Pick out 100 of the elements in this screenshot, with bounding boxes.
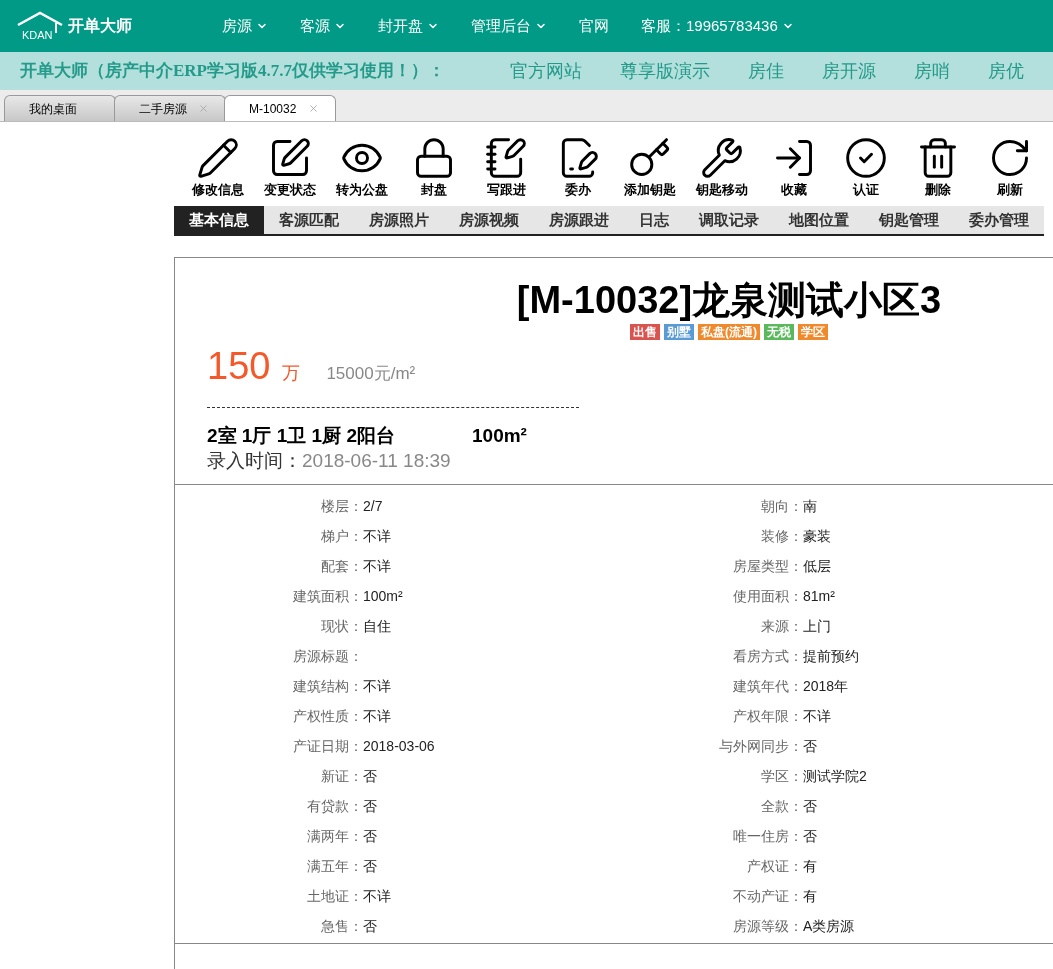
field-label: 来源： (760, 616, 803, 636)
field-label: 产权证： (746, 856, 803, 876)
field-value: 否 (363, 856, 377, 876)
section-tab[interactable]: 房源跟进 (534, 206, 624, 234)
field-label: 使用面积： (732, 586, 803, 606)
field-value: 低层 (803, 556, 831, 576)
nav-menu-item[interactable]: 客服：19965783436 (641, 14, 794, 38)
close-icon[interactable] (308, 103, 319, 114)
field-value: 南 (803, 496, 817, 516)
field-label: 朝向： (760, 496, 803, 516)
section-tab[interactable]: 钥匙管理 (864, 206, 954, 234)
entry-time-label: 录入时间： (207, 449, 302, 473)
wrench-icon (700, 135, 744, 180)
field-label: 急售： (320, 916, 363, 936)
unit-price: 15000元/m² (326, 363, 416, 385)
field-label: 现状： (320, 616, 363, 636)
toolbar-button[interactable]: 收藏 (758, 135, 830, 202)
section-tab[interactable]: 房源照片 (354, 206, 444, 234)
entry-time: 2018-06-11 18:39 (302, 449, 451, 473)
field-value: 自住 (363, 616, 391, 636)
field-label: 配套： (320, 556, 363, 576)
status-tag: 无税 (764, 324, 794, 340)
nav-menu-item[interactable]: 房源 (222, 14, 268, 38)
field-value: 有 (803, 856, 817, 876)
field-value: 提前预约 (803, 646, 859, 666)
field-value: 不详 (363, 676, 391, 696)
page-tab[interactable]: 我的桌面 (4, 95, 116, 121)
price: 150 (207, 344, 271, 389)
section-tab[interactable]: 地图位置 (774, 206, 864, 234)
field-label: 满五年： (306, 856, 363, 876)
section-tab[interactable]: 房源视频 (444, 206, 534, 234)
status-tag: 出售 (630, 324, 660, 340)
field-value: 2018年 (803, 676, 849, 696)
field-label: 房屋类型： (732, 556, 803, 576)
field-value: 否 (363, 916, 377, 936)
logo-text: 开单大师 (68, 16, 132, 36)
field-value: 否 (803, 826, 817, 846)
close-icon[interactable] (198, 103, 209, 114)
section-tab[interactable]: 日志 (624, 206, 684, 234)
nav-menu-item[interactable]: 封开盘 (378, 14, 439, 38)
nav-menu-item[interactable]: 管理后台 (471, 14, 547, 38)
section-tab[interactable]: 调取记录 (684, 206, 774, 234)
check-circle-icon (844, 135, 888, 180)
field-value: 81m² (803, 586, 835, 606)
toolbar-button[interactable]: 刷新 (974, 135, 1046, 202)
pencil-icon (196, 135, 240, 180)
field-label: 不动产证： (732, 886, 803, 906)
field-label: 装修： (760, 526, 803, 546)
toolbar-button[interactable]: 变更状态 (254, 135, 326, 202)
toolbar-button[interactable]: 添加钥匙 (614, 135, 686, 202)
field-value: 否 (363, 796, 377, 816)
field-value: 否 (803, 736, 817, 756)
section-tab[interactable]: 基本信息 (174, 206, 264, 234)
field-value: 不详 (363, 886, 391, 906)
field-value: A类房源 (803, 916, 855, 936)
field-value: 2018-03-06 (363, 736, 435, 756)
notebook-pen-icon (484, 135, 528, 180)
field-value: 豪装 (803, 526, 831, 546)
nav-menu-item[interactable]: 客源 (300, 14, 346, 38)
page-tab[interactable]: M-10032 (224, 95, 336, 121)
toolbar-button[interactable]: 删除 (902, 135, 974, 202)
field-value: 不详 (363, 526, 391, 546)
field-label: 建筑年代： (732, 676, 803, 696)
field-value: 测试学院2 (803, 766, 867, 786)
field-label: 房源标题： (292, 646, 363, 666)
field-label: 建筑结构： (292, 676, 363, 696)
status-tag: 私盘(流通) (698, 324, 760, 340)
toolbar-button[interactable]: 封盘 (398, 135, 470, 202)
field-label: 楼层： (320, 496, 363, 516)
nav-menu-item[interactable]: 官网 (579, 14, 609, 38)
field-label: 与外网同步： (718, 736, 803, 756)
listing-title: [M-10032]龙泉测试小区3 (516, 278, 942, 322)
field-label: 全款： (760, 796, 803, 816)
field-label: 有贷款： (306, 796, 363, 816)
field-label: 土地证： (306, 886, 363, 906)
toolbar-button[interactable]: 认证 (830, 135, 902, 202)
toolbar-button[interactable]: 写跟进 (470, 135, 542, 202)
field-label: 产权性质： (292, 706, 363, 726)
field-value: 否 (803, 796, 817, 816)
section-tab[interactable]: 客源匹配 (264, 206, 354, 234)
page-tab[interactable]: 二手房源 (114, 95, 226, 121)
field-value: 不详 (363, 556, 391, 576)
toolbar-button[interactable]: 修改信息 (182, 135, 254, 202)
field-label: 梯户： (320, 526, 363, 546)
field-value: 上门 (803, 616, 831, 636)
field-value: 100m² (363, 586, 403, 606)
field-label: 房源等级： (732, 916, 803, 936)
field-label: 满两年： (306, 826, 363, 846)
field-label: 看房方式： (732, 646, 803, 666)
field-label: 唯一住房： (732, 826, 803, 846)
field-value: 不详 (803, 706, 831, 726)
toolbar-button[interactable]: 转为公盘 (326, 135, 398, 202)
field-value: 否 (363, 826, 377, 846)
field-value: 否 (363, 766, 377, 786)
toolbar-button[interactable]: 钥匙移动 (686, 135, 758, 202)
field-label: 产证日期： (292, 736, 363, 756)
section-tab[interactable]: 委办管理 (954, 206, 1044, 234)
field-label: 新证： (320, 766, 363, 786)
field-value: 不详 (363, 706, 391, 726)
toolbar-button[interactable]: 委办 (542, 135, 614, 202)
